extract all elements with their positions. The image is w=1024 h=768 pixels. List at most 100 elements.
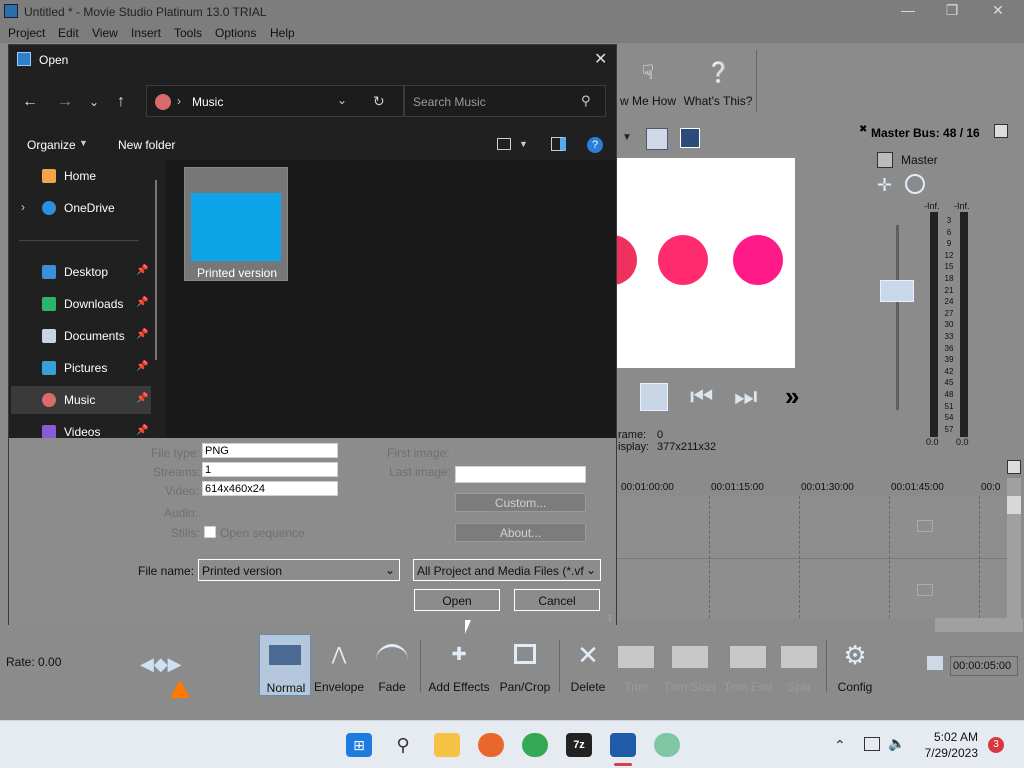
file-item[interactable]: Printed version [184,167,288,281]
fast-forward-icon[interactable]: » [785,381,799,412]
filter-dropdown-icon[interactable]: ⌄ [585,563,596,577]
clock-time[interactable]: 5:02 AM [930,730,978,744]
horizontal-scroll-controls[interactable] [935,618,1023,632]
back-arrow-icon[interactable]: ← [22,93,38,111]
delete-button[interactable]: ✕ Delete [563,634,613,696]
fade-tool-button[interactable]: Fade [366,634,418,696]
paint-icon[interactable] [654,733,680,757]
nav-item-documents[interactable]: Documents 📌 [11,322,151,350]
close-panel-icon[interactable]: ✖ [859,124,867,135]
maximize-button[interactable]: ❐ [932,2,972,20]
shuttle-icon[interactable]: ◀◆▶ [140,654,182,675]
view-options-icon[interactable] [497,138,511,150]
menu-view[interactable]: View [92,26,118,40]
nav-item-desktop[interactable]: Desktop 📌 [11,258,151,286]
bus-fx-icon[interactable] [877,152,893,168]
normal-tool-button[interactable]: Normal [259,634,311,696]
new-folder-button[interactable]: New folder [118,138,175,152]
address-bar[interactable]: › Music ⌄ ↻ [146,85,404,117]
search-box[interactable]: Search Music ⚲ [404,85,606,117]
movie-studio-taskbar-icon[interactable] [610,733,636,757]
menu-tools[interactable]: Tools [174,26,202,40]
menu-edit[interactable]: Edit [58,26,79,40]
expand-chevron-icon[interactable]: › [21,200,25,214]
breadcrumb-location[interactable]: Music [192,95,223,109]
config-button[interactable]: ⚙ Config [830,634,880,696]
stop-icon[interactable] [640,383,668,411]
dialog-close-icon[interactable]: ✕ [594,49,607,69]
clock-date[interactable]: 7/29/2023 [917,746,978,760]
open-sequence-checkbox[interactable] [204,526,216,538]
help-icon[interactable]: ? [587,137,603,153]
cancel-button[interactable]: Cancel [514,589,600,611]
add-effects-button[interactable]: ✚ Add Effects [425,634,493,696]
shuttle-marker-icon[interactable] [170,680,190,698]
forward-arrow-icon[interactable]: → [57,93,73,111]
whats-this-button[interactable]: ❔ What's This? [682,58,754,108]
nav-item-downloads[interactable]: Downloads 📌 [11,290,151,318]
go-to-end-icon[interactable]: ⏭ [734,381,757,413]
menu-project[interactable]: Project [8,26,45,40]
nav-item-pictures[interactable]: Pictures 📌 [11,354,151,382]
address-dropdown-icon[interactable]: ⌄ [337,93,347,107]
view-dropdown-icon[interactable]: ▼ [519,139,528,149]
save-snapshot-icon[interactable] [680,128,700,148]
marker-icon[interactable] [1007,460,1021,474]
network-icon[interactable] [864,737,880,751]
chrome-icon[interactable] [522,733,548,757]
recent-locations-icon[interactable]: ⌄ [89,95,99,109]
menu-insert[interactable]: Insert [131,26,161,40]
nav-item-onedrive[interactable]: › OneDrive [11,194,151,222]
sevenzip-icon[interactable]: 7z [566,733,592,757]
preview-pane-icon[interactable] [551,137,566,151]
start-icon[interactable]: ⊞ [346,733,372,757]
trim-start-button[interactable]: Trim Start [660,634,720,696]
close-app-button[interactable]: ✕ [978,2,1018,20]
organize-dropdown-icon[interactable]: ▼ [79,138,88,148]
nav-scrollbar[interactable] [155,180,157,360]
up-arrow-icon[interactable]: ↑ [117,93,125,111]
pan-crop-button[interactable]: Pan/Crop [495,634,555,696]
trim-button[interactable]: Trim [614,634,658,696]
copy-snapshot-icon[interactable] [646,128,668,150]
resize-grip-icon[interactable]: ⋮ [606,614,614,623]
open-button[interactable]: Open [414,589,500,611]
nav-item-home[interactable]: Home [11,162,151,190]
about-button[interactable]: About... [455,523,586,542]
notification-badge[interactable]: 3 [988,737,1004,753]
go-to-start-icon[interactable]: ⏮ [690,381,713,413]
organize-button[interactable]: Organize [27,138,76,152]
duration-field[interactable]: 00:00:05:00 [950,656,1018,676]
preview-dropdown-arrow-icon[interactable]: ▼ [622,132,632,143]
search-icon[interactable]: ⚲ [581,93,591,109]
menu-options[interactable]: Options [215,26,256,40]
show-me-how-button[interactable]: ☟ w Me How [617,58,679,108]
firefox-icon[interactable] [478,733,504,757]
file-name-dropdown-icon[interactable]: ⌄ [385,563,395,577]
custom-button[interactable]: Custom... [455,493,586,512]
trim-end-button[interactable]: Trim End [722,634,774,696]
last-image-field[interactable] [455,466,586,483]
scroll-thumb[interactable] [1007,496,1021,514]
volume-icon[interactable]: 🔈 [888,735,905,752]
master-bus-properties-icon[interactable] [994,124,1008,138]
show-hidden-icons-icon[interactable]: ⌃ [834,737,846,754]
pan-icon[interactable]: ✛ [877,175,892,196]
search-taskbar-icon[interactable]: ⚲ [390,733,416,757]
refresh-icon[interactable]: ↻ [373,93,385,110]
split-button[interactable]: Split [776,634,822,696]
menu-help[interactable]: Help [270,26,295,40]
timeline-tracks[interactable] [617,496,1007,618]
envelope-tool-button[interactable]: ⋀ Envelope [313,634,365,696]
file-name-input[interactable]: Printed version ⌄ [198,559,400,581]
search-input[interactable]: Search Music [413,95,486,109]
mute-icon[interactable] [905,174,925,194]
volume-fader[interactable] [880,280,914,302]
minimize-button[interactable]: — [888,2,928,20]
nav-item-music[interactable]: Music 📌 [11,386,151,414]
vertical-scrollbar[interactable] [1007,478,1021,618]
timeline-ruler[interactable]: 00:01:00:00 00:01:15:00 00:01:30:00 00:0… [617,478,1007,496]
fader-track [896,225,899,410]
file-type-filter[interactable]: All Project and Media Files (*.vf ⌄ [413,559,601,581]
file-explorer-icon[interactable] [434,733,460,757]
